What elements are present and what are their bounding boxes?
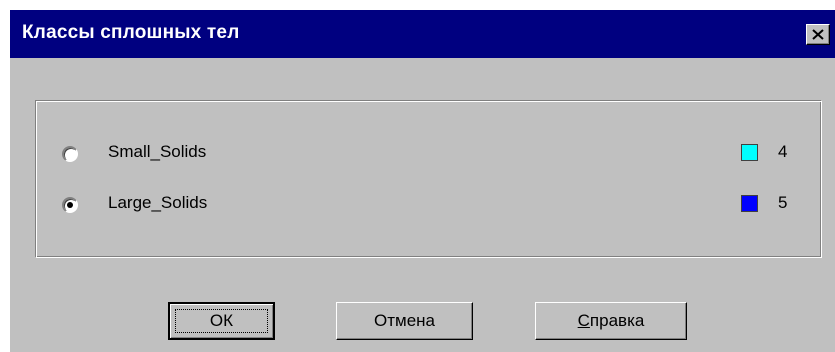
small-solids-color-swatch [741, 144, 758, 161]
large-solids-label: Large_Solids [108, 193, 208, 212]
radio-selected-dot [67, 202, 73, 208]
classes-group-box: Small_Solids 4 Large_Solids 5 [35, 100, 822, 258]
classes-dialog: Классы сплошных тел Small_Solids 4 Large… [0, 0, 835, 352]
close-icon [812, 29, 824, 40]
window-title: Классы сплошных тел [22, 22, 240, 43]
small-solids-color-index: 4 [778, 142, 788, 161]
help-button-label: Справка [578, 311, 645, 331]
ok-button-label: ОК [209, 311, 234, 330]
large-solids-color-swatch [741, 195, 758, 212]
cancel-button-label: Отмена [374, 311, 435, 330]
class-row-large-solids[interactable]: Large_Solids 5 [36, 192, 821, 216]
close-button[interactable] [806, 24, 830, 45]
cancel-button[interactable]: Отмена [336, 302, 473, 340]
small-solids-label: Small_Solids [108, 142, 207, 161]
help-button-mnemonic: С [577, 311, 590, 330]
help-button-label-rest: правка [589, 311, 645, 330]
large-solids-radio[interactable] [62, 197, 78, 213]
large-solids-color-index: 5 [778, 193, 788, 212]
class-row-small-solids[interactable]: Small_Solids 4 [36, 141, 821, 165]
small-solids-radio[interactable] [62, 146, 78, 162]
ok-button[interactable]: ОК [168, 302, 275, 340]
title-bar: Классы сплошных тел [10, 10, 835, 58]
help-button[interactable]: Справка [535, 302, 687, 340]
